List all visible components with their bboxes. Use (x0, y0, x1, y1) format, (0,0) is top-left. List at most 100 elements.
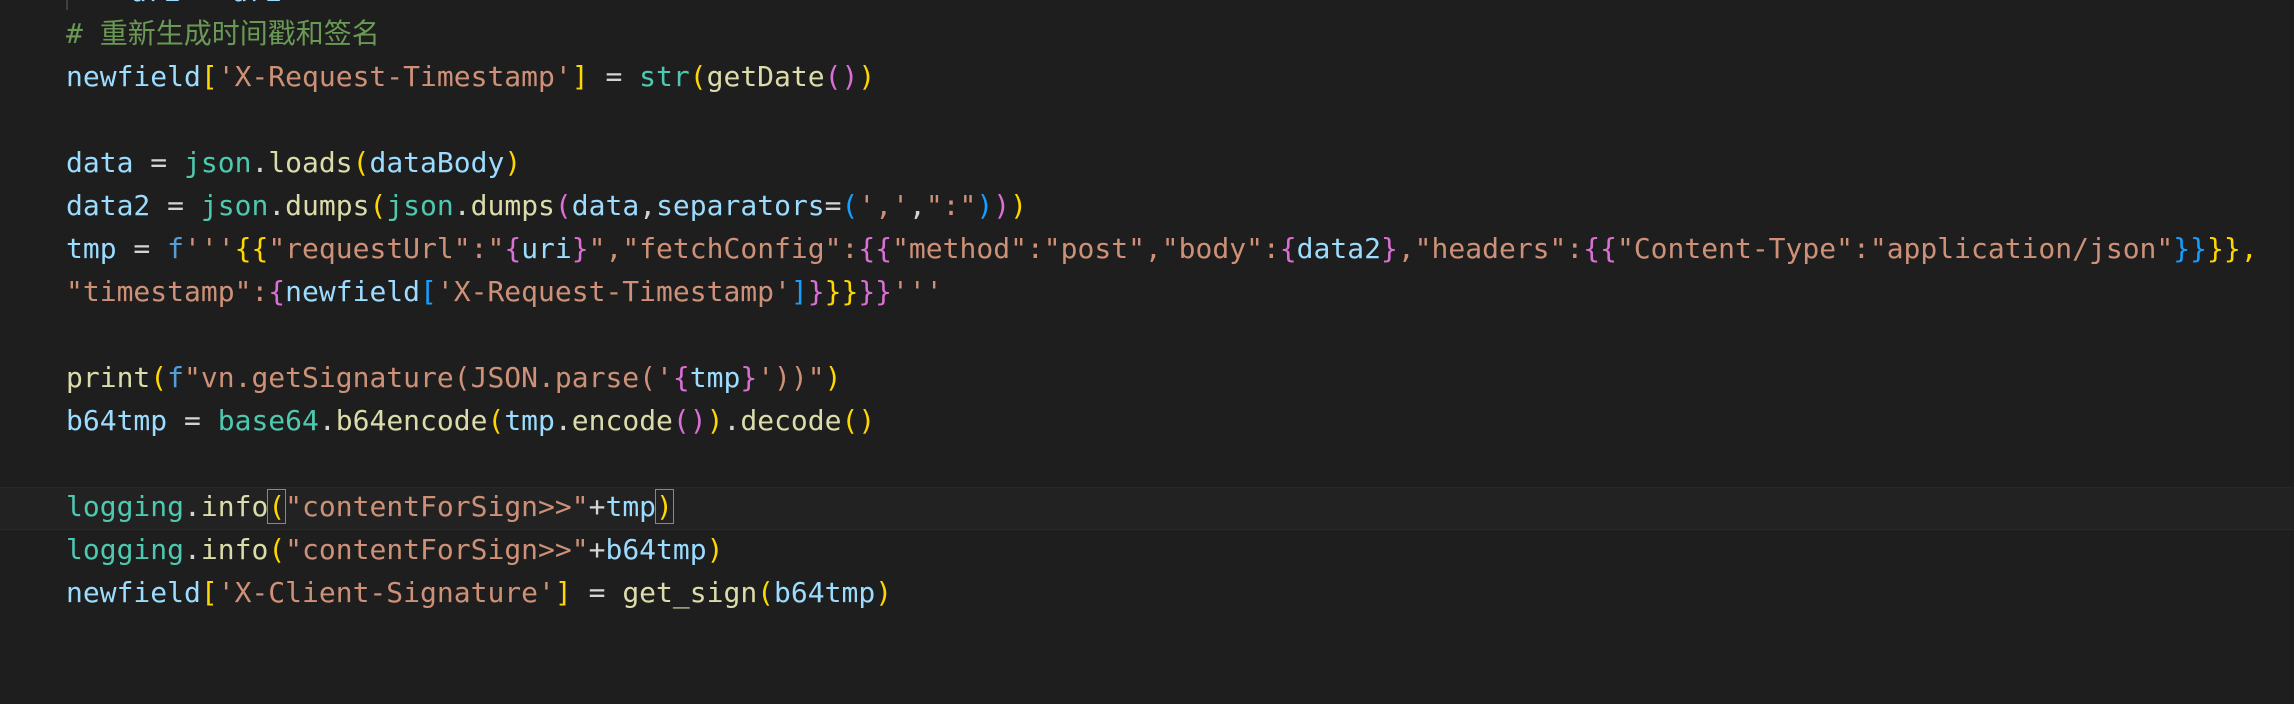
code-token: decode (740, 404, 842, 437)
code-token: + (588, 533, 606, 566)
code-token: ] (571, 60, 589, 93)
code-token: }} (858, 275, 893, 308)
code-token: 'X-Client-Signature' (217, 576, 555, 609)
code-token: ( (150, 361, 168, 394)
code-token: ] (554, 576, 572, 609)
code-token: () (672, 404, 707, 437)
code-token: b64tmp (605, 533, 707, 566)
code-line-log-b64[interactable]: logging.info("contentForSign>>"+b64tmp) (66, 528, 723, 571)
code-token: info (200, 533, 269, 566)
code-token: loads (268, 146, 353, 179)
code-token: ) (504, 146, 522, 179)
code-token: newfield (66, 60, 201, 93)
code-token: ( (841, 189, 859, 222)
code-token: ,"headers": (1397, 232, 1584, 265)
code-token: } (807, 275, 825, 308)
code-token: "contentForSign>>" (285, 490, 589, 523)
code-token: "timestamp": (66, 275, 269, 308)
code-token: json (200, 189, 269, 222)
code-token: separators (656, 189, 825, 222)
code-token: [ (420, 275, 437, 308)
code-token: dumps (470, 189, 555, 222)
code-token: 'X-Request-Timestamp' (217, 60, 572, 93)
code-line-print-signature[interactable]: print(f"vn.getSignature(JSON.parse('{tmp… (66, 356, 841, 399)
code-token: data2 (1296, 232, 1381, 265)
code-token: data2 (66, 189, 151, 222)
code-line-signature-assign[interactable]: newfield['X-Client-Signature'] = get_sig… (66, 571, 892, 614)
code-token: ) (976, 189, 994, 222)
code-token: . (554, 404, 572, 437)
code-token: dumps (285, 189, 370, 222)
code-token: tmp (504, 404, 555, 437)
code-line-b64-encode[interactable]: b64tmp = base64.b64encode(tmp.encode()).… (66, 399, 875, 442)
code-token: = (167, 404, 218, 437)
code-token: } (740, 361, 758, 394)
code-token: { (672, 361, 690, 394)
code-token: newfield (285, 275, 421, 308)
code-token: }} (2173, 232, 2207, 265)
code-token: tmp (689, 361, 741, 394)
code-line-data2-dumps[interactable]: data2 = json.dumps(json.dumps(data,separ… (66, 184, 1027, 227)
code-line-data-loads[interactable]: data = json.loads(dataBody) (66, 141, 521, 184)
code-line-log-tmp[interactable]: logging.info("contentForSign>>"+tmp) (66, 485, 674, 528)
code-token: ( (268, 533, 286, 566)
code-token: ''' (184, 232, 235, 265)
code-token: uri (521, 232, 572, 265)
code-token: ) (993, 189, 1011, 222)
code-token: . (268, 189, 286, 222)
code-token: ( (369, 189, 387, 222)
code-token: info (200, 490, 269, 523)
code-line-tmp-fstring-cont[interactable]: "timestamp":{newfield['X-Request-Timesta… (66, 270, 943, 313)
code-token: encode (571, 404, 673, 437)
code-token: [ (200, 60, 218, 93)
code-token: . (251, 146, 269, 179)
code-token: ) (655, 489, 674, 524)
code-token: = (150, 189, 201, 222)
code-token: ',' (858, 189, 909, 222)
code-token: b64tmp (66, 404, 168, 437)
code-token: logging (66, 490, 185, 523)
code-line-comment[interactable]: # 重新生成时间戳和签名 (66, 12, 380, 55)
code-token: () (824, 60, 859, 93)
code-token: ] (790, 275, 808, 308)
code-token: b64encode (335, 404, 488, 437)
code-token: { (1279, 232, 1297, 265)
code-token: print (66, 361, 151, 394)
code-token: } (1380, 232, 1398, 265)
code-token: ) (824, 361, 842, 394)
code-line-tmp-fstring[interactable]: tmp = f'''{{"requestUrl":"{uri}","fetchC… (66, 227, 2258, 270)
code-token: get_sign (622, 576, 758, 609)
code-token: json (184, 146, 252, 179)
code-token: getDate (706, 60, 825, 93)
code-token: . (184, 533, 201, 566)
code-token: dataBody (369, 146, 505, 179)
code-token: b64tmp (774, 576, 876, 609)
code-token: tmp (605, 490, 657, 523)
code-token: ( (267, 489, 287, 524)
code-token: ) (706, 533, 724, 566)
code-token: ( (757, 576, 775, 609)
code-token: data (66, 146, 134, 179)
code-token: [ (200, 576, 218, 609)
code-token: '))" (757, 361, 825, 394)
code-token: ) (706, 404, 724, 437)
code-line-timestamp-assign[interactable]: newfield['X-Request-Timestamp'] = str(ge… (66, 55, 875, 98)
code-token: + (588, 490, 606, 523)
code-token: newfield (66, 576, 201, 609)
code-token: ( (689, 60, 707, 93)
code-token: 'X-Request-Timestamp' (436, 275, 791, 308)
code-token: {{ (234, 232, 269, 265)
code-token: ":" (925, 189, 977, 222)
code-token: . (184, 490, 201, 523)
code-token: ( (554, 189, 572, 222)
code-token: . (723, 404, 741, 437)
code-token: "contentForSign>>" (285, 533, 589, 566)
code-token: = (824, 189, 842, 222)
code-token: data (571, 189, 640, 222)
code-token: ) (875, 576, 893, 609)
code-token: ) (1010, 189, 1027, 222)
code-token: . (453, 189, 471, 222)
code-token: , (908, 189, 926, 222)
code-token: # 重新生成时间戳和签名 (66, 17, 380, 50)
code-editor[interactable]: uri = uri # 重新生成时间戳和签名newfield['X-Reques… (0, 0, 2294, 704)
